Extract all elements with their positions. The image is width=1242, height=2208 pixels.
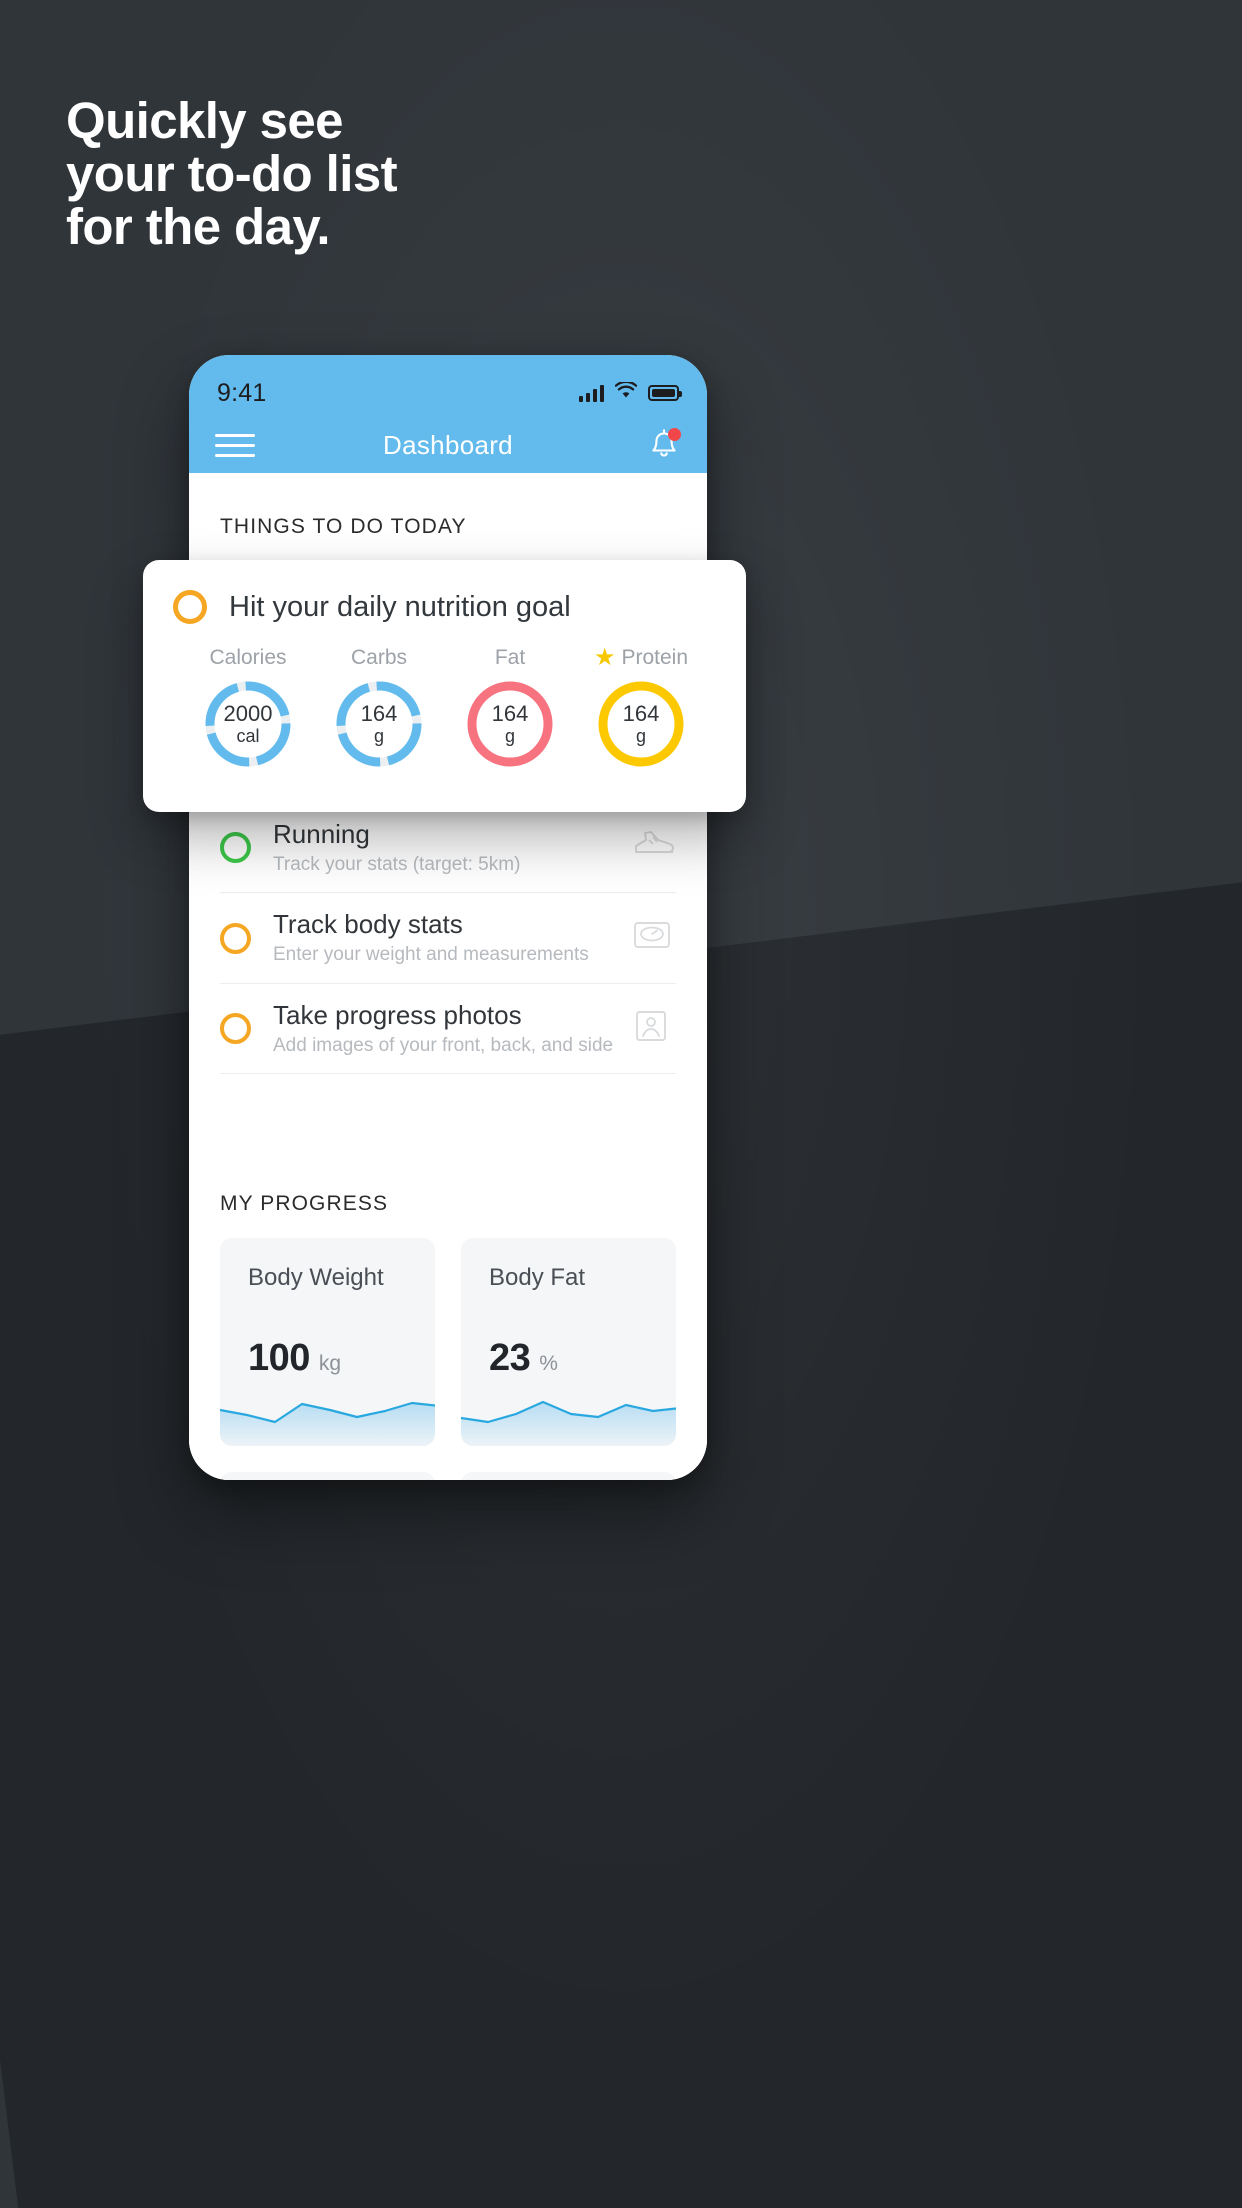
- list-item-title: Track body stats: [273, 909, 463, 940]
- things-to-do-section-title: THINGS TO DO TODAY: [220, 515, 467, 538]
- body-fat-sparkline: [461, 1401, 676, 1447]
- progress-card-title: Body Fat: [489, 1264, 586, 1292]
- macro-label: Protein: [621, 646, 689, 669]
- macro-calories[interactable]: Calories 2000 cal: [183, 646, 313, 770]
- macro-ring: 164 g: [333, 678, 425, 770]
- macro-label: Carbs: [350, 646, 408, 669]
- macro-value: 164: [360, 701, 398, 727]
- progress-row-2: [220, 1472, 676, 1480]
- macro-label-wrap: Fat: [445, 646, 575, 670]
- status-bar-icons: [579, 380, 682, 404]
- macro-value: 2000: [223, 701, 273, 727]
- macro-unit: g: [635, 725, 646, 746]
- page-title: Dashboard: [383, 429, 513, 460]
- macro-unit: cal: [236, 725, 260, 746]
- battery-icon: [648, 385, 682, 401]
- body-weight-sparkline: [220, 1402, 435, 1447]
- progress-row-1: Body Weight 100 kg Body Fat 23 %: [220, 1238, 676, 1447]
- list-item[interactable]: Take progress photos Add images of your …: [220, 984, 676, 1075]
- weight-scale-icon: [632, 918, 676, 958]
- macro-label: Calories: [209, 646, 287, 669]
- progress-card-partial-right[interactable]: [461, 1472, 676, 1480]
- progress-card-unit: %: [539, 1352, 558, 1376]
- macro-unit: g: [373, 725, 384, 746]
- macro-value-center: 164 g: [595, 678, 687, 770]
- nutrition-card-title: Hit your daily nutrition goal: [229, 590, 571, 623]
- progress-cards: Body Weight 100 kg Body Fat 23 %: [189, 1238, 707, 1480]
- checkbox-ring-icon[interactable]: [173, 590, 207, 624]
- bell-icon[interactable]: [647, 427, 681, 463]
- cellular-signal-icon: [579, 384, 604, 402]
- phone-mockup: 9:41 Dashboard THINGS TO DO TODAY Runnin…: [189, 355, 707, 1480]
- macro-ring: 164 g: [464, 678, 556, 770]
- macro-value-center: 164 g: [464, 678, 556, 770]
- macro-ring: 164 g: [595, 678, 687, 770]
- list-item-title: Running: [273, 819, 370, 849]
- app-bar: Dashboard: [189, 417, 707, 473]
- marketing-headline: Quickly see your to-do list for the day.: [66, 94, 766, 253]
- macro-protein[interactable]: ★ Protein 164 g: [576, 646, 706, 770]
- todo-list: Running Track your stats (target: 5km) T…: [220, 803, 676, 1075]
- progress-card-body-weight[interactable]: Body Weight 100 kg: [220, 1238, 435, 1447]
- macro-value: 164: [622, 701, 660, 727]
- progress-card-title: Body Weight: [248, 1264, 384, 1292]
- macro-label-wrap: Carbs: [314, 646, 444, 670]
- macro-label-wrap: ★ Protein: [576, 646, 706, 670]
- list-item-title: Take progress photos: [273, 999, 522, 1030]
- macro-ring: 2000 cal: [202, 678, 294, 770]
- list-item-subtitle: Enter your weight and measurements: [273, 944, 589, 966]
- macro-carbs[interactable]: Carbs 164 g: [314, 646, 444, 770]
- progress-card-unit: kg: [318, 1352, 342, 1376]
- status-bar-time: 9:41: [217, 378, 267, 407]
- status-bar: 9:41: [189, 355, 707, 417]
- macro-value-center: 2000 cal: [202, 678, 294, 770]
- list-item-subtitle: Track your stats (target: 5km): [273, 853, 521, 875]
- person-photo-icon: [632, 1009, 676, 1049]
- checkbox-ring-icon[interactable]: [220, 1013, 251, 1045]
- list-item[interactable]: Running Track your stats (target: 5km): [220, 803, 676, 894]
- running-shoe-icon: [632, 828, 676, 868]
- progress-card-partial-left[interactable]: [220, 1472, 435, 1480]
- todo-text: Take progress photos Add images of your …: [273, 1000, 632, 1057]
- todo-text: Track body stats Enter your weight and m…: [273, 909, 632, 966]
- progress-card-value: 23 %: [489, 1337, 558, 1380]
- macro-label: Fat: [494, 646, 526, 669]
- list-item-subtitle: Add images of your front, back, and side: [273, 1034, 614, 1056]
- hamburger-menu-icon[interactable]: [215, 427, 255, 464]
- progress-card-number: 23: [489, 1337, 531, 1380]
- star-icon: ★: [593, 644, 616, 671]
- macro-fat[interactable]: Fat 164 g: [445, 646, 575, 770]
- todo-text: Running Track your stats (target: 5km): [273, 819, 632, 876]
- macro-value: 164: [491, 701, 529, 727]
- my-progress-section-title: MY PROGRESS: [220, 1192, 389, 1216]
- macro-unit: g: [504, 725, 515, 746]
- macro-label-wrap: Calories: [183, 646, 313, 670]
- nutrition-card-header: Hit your daily nutrition goal: [173, 590, 716, 624]
- progress-card-body-fat[interactable]: Body Fat 23 %: [461, 1238, 676, 1447]
- progress-spacer: [189, 1074, 707, 1192]
- headline-line-3: for the day.: [66, 198, 330, 256]
- wifi-icon: [614, 380, 638, 404]
- list-item[interactable]: Track body stats Enter your weight and m…: [220, 893, 676, 984]
- nutrition-goal-card[interactable]: Hit your daily nutrition goal Calories 2…: [143, 560, 746, 812]
- headline-line-2: your to-do list: [66, 145, 398, 203]
- macro-rings-row: Calories 2000 cal Carbs 164 g Fat 164 g …: [173, 646, 716, 770]
- notification-dot: [668, 428, 681, 441]
- checkbox-ring-icon[interactable]: [220, 922, 251, 954]
- headline-line-1: Quickly see: [66, 92, 344, 149]
- progress-card-value: 100 kg: [248, 1337, 341, 1380]
- macro-value-center: 164 g: [333, 678, 425, 770]
- checkbox-ring-icon[interactable]: [220, 832, 251, 864]
- progress-card-number: 100: [248, 1337, 310, 1380]
